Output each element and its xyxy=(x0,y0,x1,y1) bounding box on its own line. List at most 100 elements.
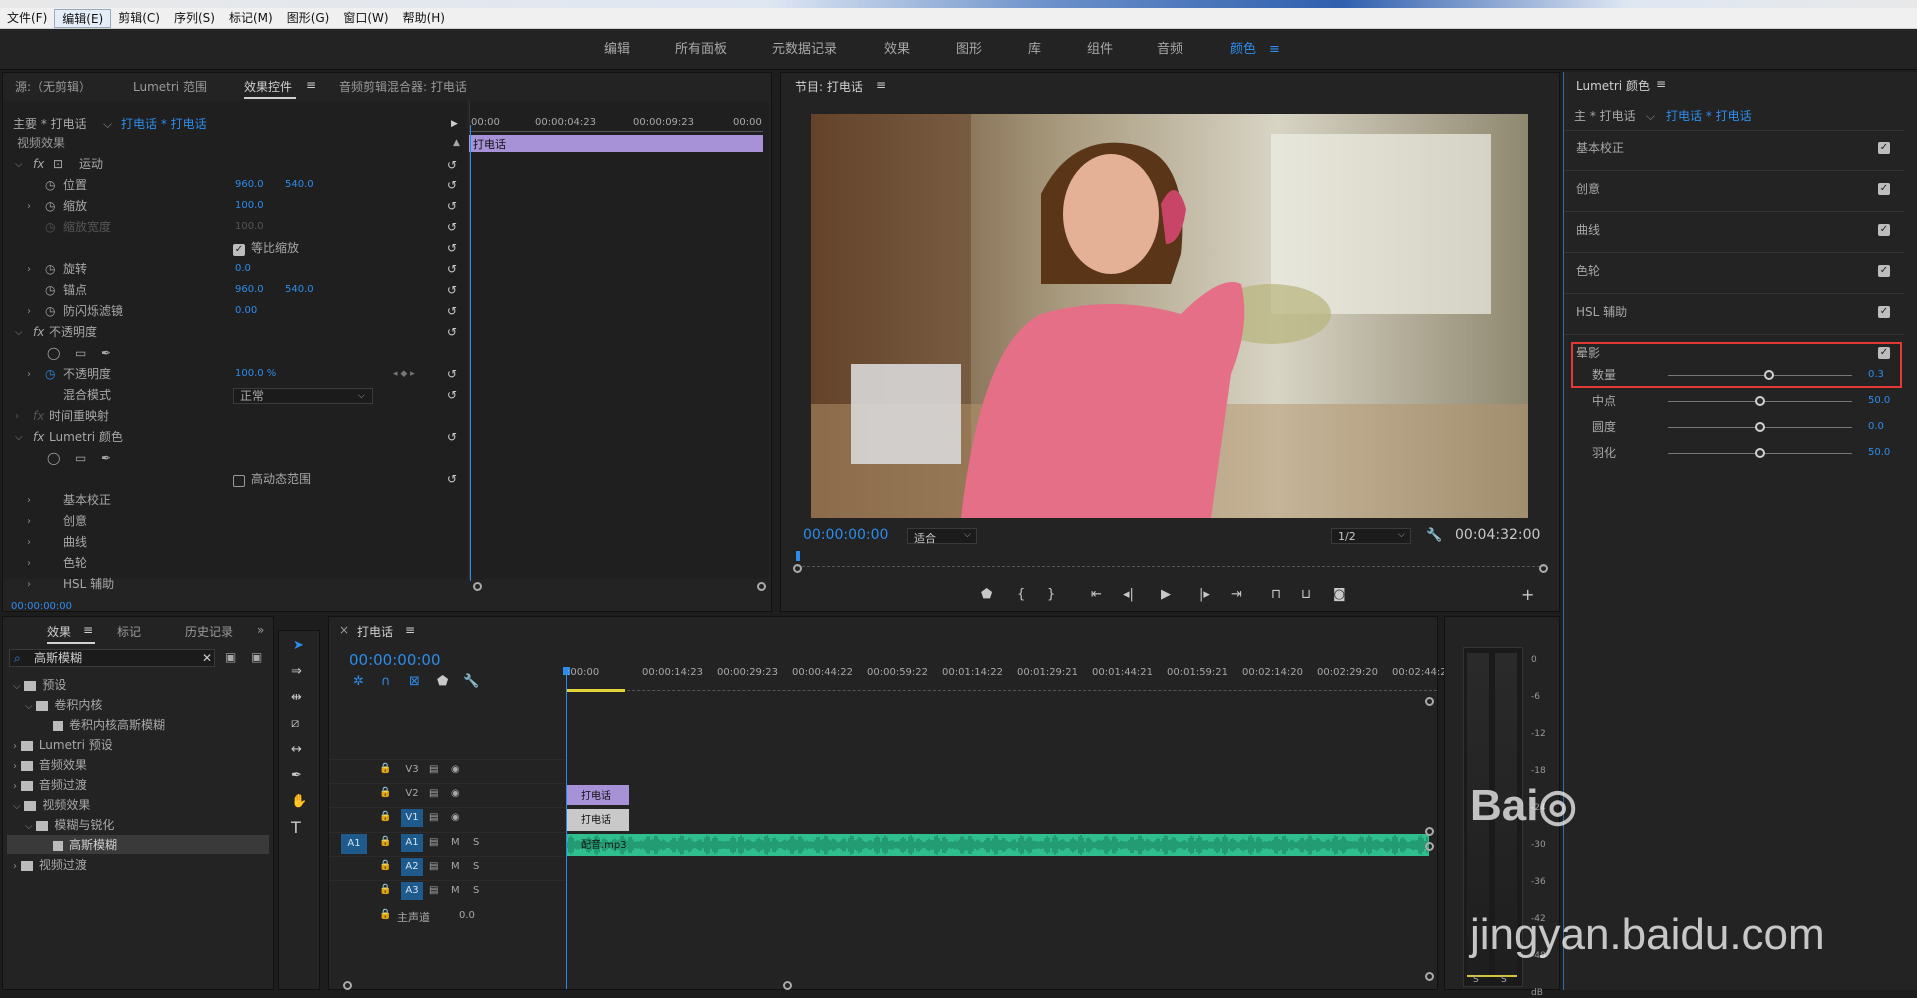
scroll-handle[interactable] xyxy=(1425,842,1434,851)
tree-item-gaussian-blur[interactable]: 高斯模糊 xyxy=(53,835,117,855)
menu-window[interactable]: 窗口(W) xyxy=(336,9,395,28)
reset-icon[interactable]: ↺ xyxy=(447,284,459,296)
vignette-checkbox[interactable]: ✓ xyxy=(1878,347,1890,359)
tree-item-video-transitions[interactable]: › 视频过渡 xyxy=(13,855,87,875)
panel-menu-icon[interactable]: ≡ xyxy=(306,78,316,92)
tab-audio-clip-mixer[interactable]: 音频剪辑混合器: 打电话 xyxy=(339,78,467,95)
workspace-metadata[interactable]: 元数据记录 xyxy=(772,29,837,70)
chevron-down-icon[interactable]: ⌵ xyxy=(1646,106,1655,126)
sync-lock-icon[interactable]: ▤ xyxy=(429,812,438,823)
tree-item-convolution[interactable]: ⌵ 卷积内核 xyxy=(25,695,102,715)
expand-chevron-icon[interactable]: › xyxy=(27,201,31,212)
clip-a1[interactable]: 配音.mp3 xyxy=(567,834,1429,856)
vignette-2-value[interactable]: 0.0 xyxy=(1868,417,1884,437)
scroll-handle[interactable] xyxy=(783,981,792,990)
mute-icon[interactable]: ▤ xyxy=(429,861,438,872)
scroll-handle[interactable] xyxy=(757,582,766,591)
hand-tool-icon[interactable]: ✋ xyxy=(291,795,307,809)
workspace-all-panels[interactable]: 所有面板 xyxy=(675,29,727,70)
ellipse-mask-icon[interactable]: ◯ xyxy=(47,448,60,468)
curves-checkbox[interactable]: ✓ xyxy=(1878,224,1890,236)
tree-item-audio-transitions[interactable]: › 音频过渡 xyxy=(13,775,87,795)
expand-chevron-icon[interactable]: ⌵ xyxy=(15,159,23,170)
new-custom-bin-icon[interactable]: ▣ xyxy=(251,647,262,667)
go-to-out-icon[interactable]: ⇥ xyxy=(1231,588,1242,602)
camera-icon[interactable]: ◙ xyxy=(1333,588,1346,602)
position-x-value[interactable]: 960.0 xyxy=(235,175,264,195)
ellipse-mask-icon[interactable]: ◯ xyxy=(47,343,60,363)
expand-chevron-icon[interactable]: › xyxy=(15,411,19,422)
scroll-handle[interactable] xyxy=(473,582,482,591)
wrench-icon[interactable]: 🔧 xyxy=(1426,529,1442,543)
menu-clip[interactable]: 剪辑(C) xyxy=(111,9,167,28)
anchor-y-value[interactable]: 540.0 xyxy=(285,280,314,300)
tree-item-audio-effects[interactable]: › 音频效果 xyxy=(13,755,87,775)
reset-icon[interactable]: ↺ xyxy=(447,389,459,401)
linked-selection-icon[interactable]: ⊠ xyxy=(409,675,420,689)
workspace-color[interactable]: 颜色 xyxy=(1230,29,1256,70)
slip-tool-icon[interactable]: ↔ xyxy=(291,743,302,757)
scroll-handle[interactable] xyxy=(793,564,802,573)
program-timecode[interactable]: 00:00:00:00 xyxy=(803,527,888,543)
stopwatch-icon[interactable]: ◷ xyxy=(45,175,55,195)
fx-icon[interactable]: fx xyxy=(33,427,44,447)
expand-chevron-icon[interactable]: › xyxy=(27,516,31,527)
section-curves[interactable]: 曲线 xyxy=(1576,220,1600,240)
solo-button[interactable]: S xyxy=(473,885,479,896)
menu-graphics[interactable]: 图形(G) xyxy=(280,9,337,28)
section-basic-correction[interactable]: 基本校正 xyxy=(1576,138,1624,158)
more-panels-icon[interactable]: » xyxy=(257,623,264,637)
uniform-scale-checkbox[interactable]: ✓ xyxy=(233,244,245,256)
menu-edit[interactable]: 编辑(E) xyxy=(54,8,112,28)
clip-v1[interactable]: 打电话 xyxy=(567,809,629,831)
section-hsl-secondary[interactable]: HSL 辅助 xyxy=(1576,302,1627,322)
program-title[interactable]: 节目: 打电话 xyxy=(795,78,863,95)
lumetri-title[interactable]: Lumetri 颜色 xyxy=(1576,77,1650,94)
expand-chevron-icon[interactable]: › xyxy=(27,537,31,548)
mark-out-icon[interactable]: } xyxy=(1047,588,1055,602)
pen-tool-icon[interactable]: ✒ xyxy=(291,769,302,783)
section-creative[interactable]: 创意 xyxy=(1576,179,1600,199)
play-triangle-icon[interactable]: ▶ xyxy=(451,114,458,134)
vignette-0-track[interactable] xyxy=(1668,375,1852,376)
add-button-icon[interactable]: + xyxy=(1521,587,1534,603)
vignette-2-knob[interactable] xyxy=(1755,422,1765,432)
rectangle-mask-icon[interactable]: ▭ xyxy=(75,343,86,363)
stopwatch-icon[interactable]: ◷ xyxy=(45,196,55,216)
reset-icon[interactable]: ↺ xyxy=(447,431,459,443)
section-vignette[interactable]: 晕影 xyxy=(1576,343,1600,363)
section-color-wheels[interactable]: 色轮 xyxy=(1576,261,1600,281)
workspace-graphics[interactable]: 图形 xyxy=(956,29,982,70)
reset-icon[interactable]: ↺ xyxy=(447,305,459,317)
vignette-0-value[interactable]: 0.3 xyxy=(1868,365,1884,385)
track-target-A3[interactable]: A3 xyxy=(401,882,423,900)
scale-value[interactable]: 100.0 xyxy=(235,196,264,216)
lock-icon[interactable]: 🔒 xyxy=(379,763,391,774)
close-tab-icon[interactable]: × xyxy=(339,623,349,637)
workspace-audio[interactable]: 音频 xyxy=(1157,29,1183,70)
expand-chevron-icon[interactable]: › xyxy=(27,558,31,569)
reset-icon[interactable]: ↺ xyxy=(447,473,459,485)
new-bin-icon[interactable]: ▣ xyxy=(225,647,236,667)
timeline-title[interactable]: 打电话 xyxy=(357,623,393,640)
keyframe-nav-icon[interactable]: ◂ ◆ ▸ xyxy=(393,364,415,384)
reset-icon[interactable]: ↺ xyxy=(447,326,459,338)
effect-controls-timecode[interactable]: 00:00:00:00 xyxy=(11,597,72,617)
tab-markers[interactable]: 标记 xyxy=(117,623,141,640)
snap-icon[interactable]: ∩ xyxy=(381,675,391,689)
wrench-icon[interactable]: 🔧 xyxy=(463,675,479,689)
solo-button[interactable]: S xyxy=(473,837,479,848)
track-target-A2[interactable]: A2 xyxy=(401,858,423,876)
effects-search-input[interactable]: ⌕ 高斯模糊 ✕ xyxy=(9,649,215,667)
transform-icon[interactable]: ⊡ xyxy=(53,154,63,174)
stopwatch-icon[interactable]: ◷ xyxy=(45,364,55,384)
panel-menu-icon[interactable]: ≡ xyxy=(876,78,886,92)
tab-effect-controls[interactable]: 效果控件 xyxy=(244,78,292,95)
fx-icon[interactable]: fx xyxy=(33,154,44,174)
hsl-secondary-checkbox[interactable]: ✓ xyxy=(1878,306,1890,318)
color-wheels-checkbox[interactable]: ✓ xyxy=(1878,265,1890,277)
workspace-edit[interactable]: 编辑 xyxy=(604,29,630,70)
workspace-effects[interactable]: 效果 xyxy=(884,29,910,70)
effect-clip-bar[interactable]: 打电话 xyxy=(469,135,763,152)
timeline-timecode[interactable]: 00:00:00:00 xyxy=(349,651,441,669)
